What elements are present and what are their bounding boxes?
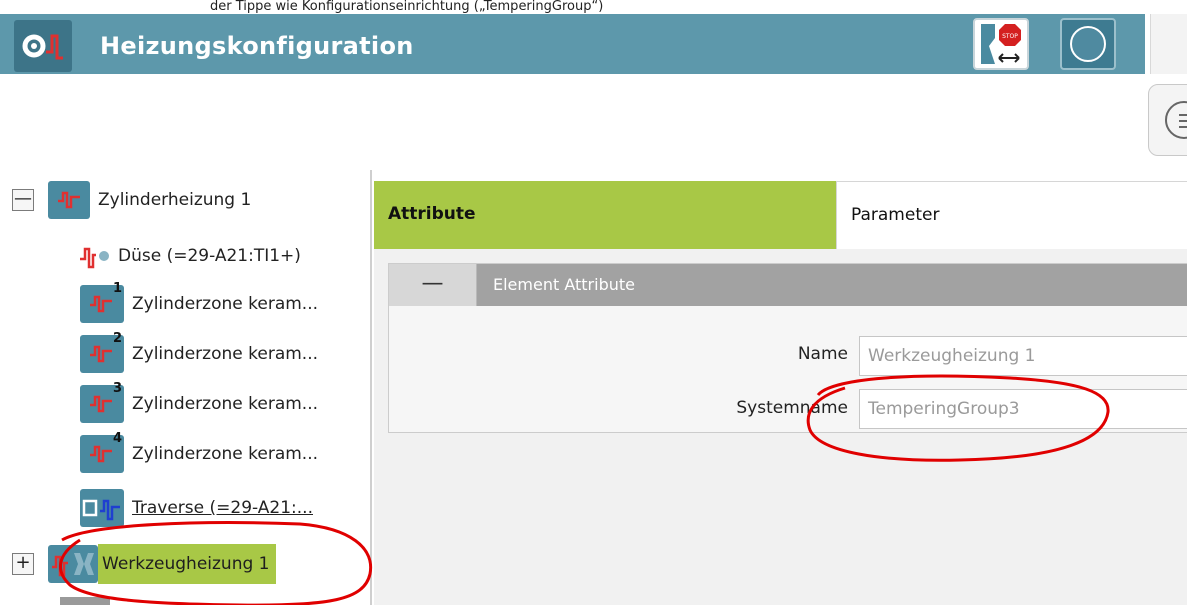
tree-node-label: Düse (=29-A21:TI1+)	[118, 246, 301, 266]
tree-next-node-partial	[60, 597, 110, 605]
cylinder-zone-icon: 1	[80, 281, 124, 323]
tree-node-zylinderzone-4[interactable]: 4 Zylinderzone keram...	[80, 431, 319, 476]
menu-circle-icon	[1165, 101, 1187, 139]
zone-index: 2	[112, 331, 122, 346]
name-field[interactable]: Werkzeugheizung 1	[859, 336, 1187, 376]
collapse-toggle[interactable]: —	[12, 189, 34, 211]
expand-toggle[interactable]: +	[12, 553, 34, 575]
zone-index: 3	[112, 381, 122, 396]
tree-node-label: Zylinderzone keram...	[132, 294, 319, 314]
cylinder-zone-icon: 3	[80, 381, 124, 423]
window-edge	[1150, 14, 1187, 74]
tree-node-label: Zylinderzone keram...	[132, 344, 319, 364]
caption-text: der Tippe wie Konfigurationseinrichtung …	[0, 0, 1187, 14]
zone-index: 1	[112, 281, 122, 296]
page-title: Heizungskonfiguration	[100, 32, 414, 60]
element-attribute-group: — Element Attribute Name Werkzeugheizung…	[388, 263, 1187, 433]
title-bar: Heizungskonfiguration STOP	[0, 14, 1145, 74]
circle-icon	[1070, 26, 1106, 62]
tree-node-zylinderheizung[interactable]: — Zylinderheizung 1	[12, 178, 251, 222]
tree-node-zylinderzone-2[interactable]: 2 Zylinderzone keram...	[80, 331, 319, 376]
svg-text:STOP: STOP	[1002, 33, 1018, 40]
systemname-label: Systemname	[736, 398, 848, 418]
element-tree: — Zylinderheizung 1 Düse (=29-A21:TI1+) …	[0, 170, 372, 605]
tree-node-zylinderzone-3[interactable]: 3 Zylinderzone keram...	[80, 381, 319, 426]
systemname-field[interactable]: TemperingGroup3	[859, 389, 1187, 429]
nozzle-heating-icon	[80, 241, 110, 271]
group-title: Element Attribute	[493, 275, 635, 294]
zone-index: 4	[112, 431, 122, 446]
tab-bar: Attribute Parameter	[374, 181, 1187, 249]
menu-button[interactable]	[1148, 84, 1187, 156]
tree-node-werkzeugheizung[interactable]: + Werkzeugheizung 1	[12, 542, 276, 586]
name-label: Name	[797, 344, 848, 364]
cylinder-zone-icon: 4	[80, 431, 124, 473]
stop-sign-icon: STOP	[981, 24, 1021, 64]
tab-parameter[interactable]: Parameter	[836, 181, 1187, 249]
tree-node-label: Werkzeugheizung 1	[98, 544, 276, 584]
tree-node-zylinderzone-1[interactable]: 1 Zylinderzone keram...	[80, 281, 319, 326]
group-header: — Element Attribute	[389, 264, 1187, 306]
tab-attribute[interactable]: Attribute	[374, 181, 836, 249]
circle-button[interactable]	[1060, 18, 1116, 70]
heating-zone-icon	[48, 181, 90, 219]
group-collapse-button[interactable]: —	[389, 264, 477, 306]
tree-node-label: Traverse (=29-A21:...	[132, 498, 313, 518]
tree-node-label: Zylinderzone keram...	[132, 394, 319, 414]
tree-node-duese[interactable]: Düse (=29-A21:TI1+)	[80, 234, 301, 278]
stop-button[interactable]: STOP	[973, 18, 1029, 70]
traverse-icon	[80, 489, 124, 527]
cylinder-zone-icon: 2	[80, 331, 124, 373]
tree-node-label: Zylinderheizung 1	[98, 190, 252, 210]
tree-node-label: Zylinderzone keram...	[132, 444, 319, 464]
tool-heating-icon	[48, 545, 98, 583]
settings-heating-icon[interactable]	[14, 20, 72, 72]
secondary-toolbar	[0, 74, 1187, 170]
tree-node-traverse[interactable]: Traverse (=29-A21:...	[80, 486, 313, 530]
